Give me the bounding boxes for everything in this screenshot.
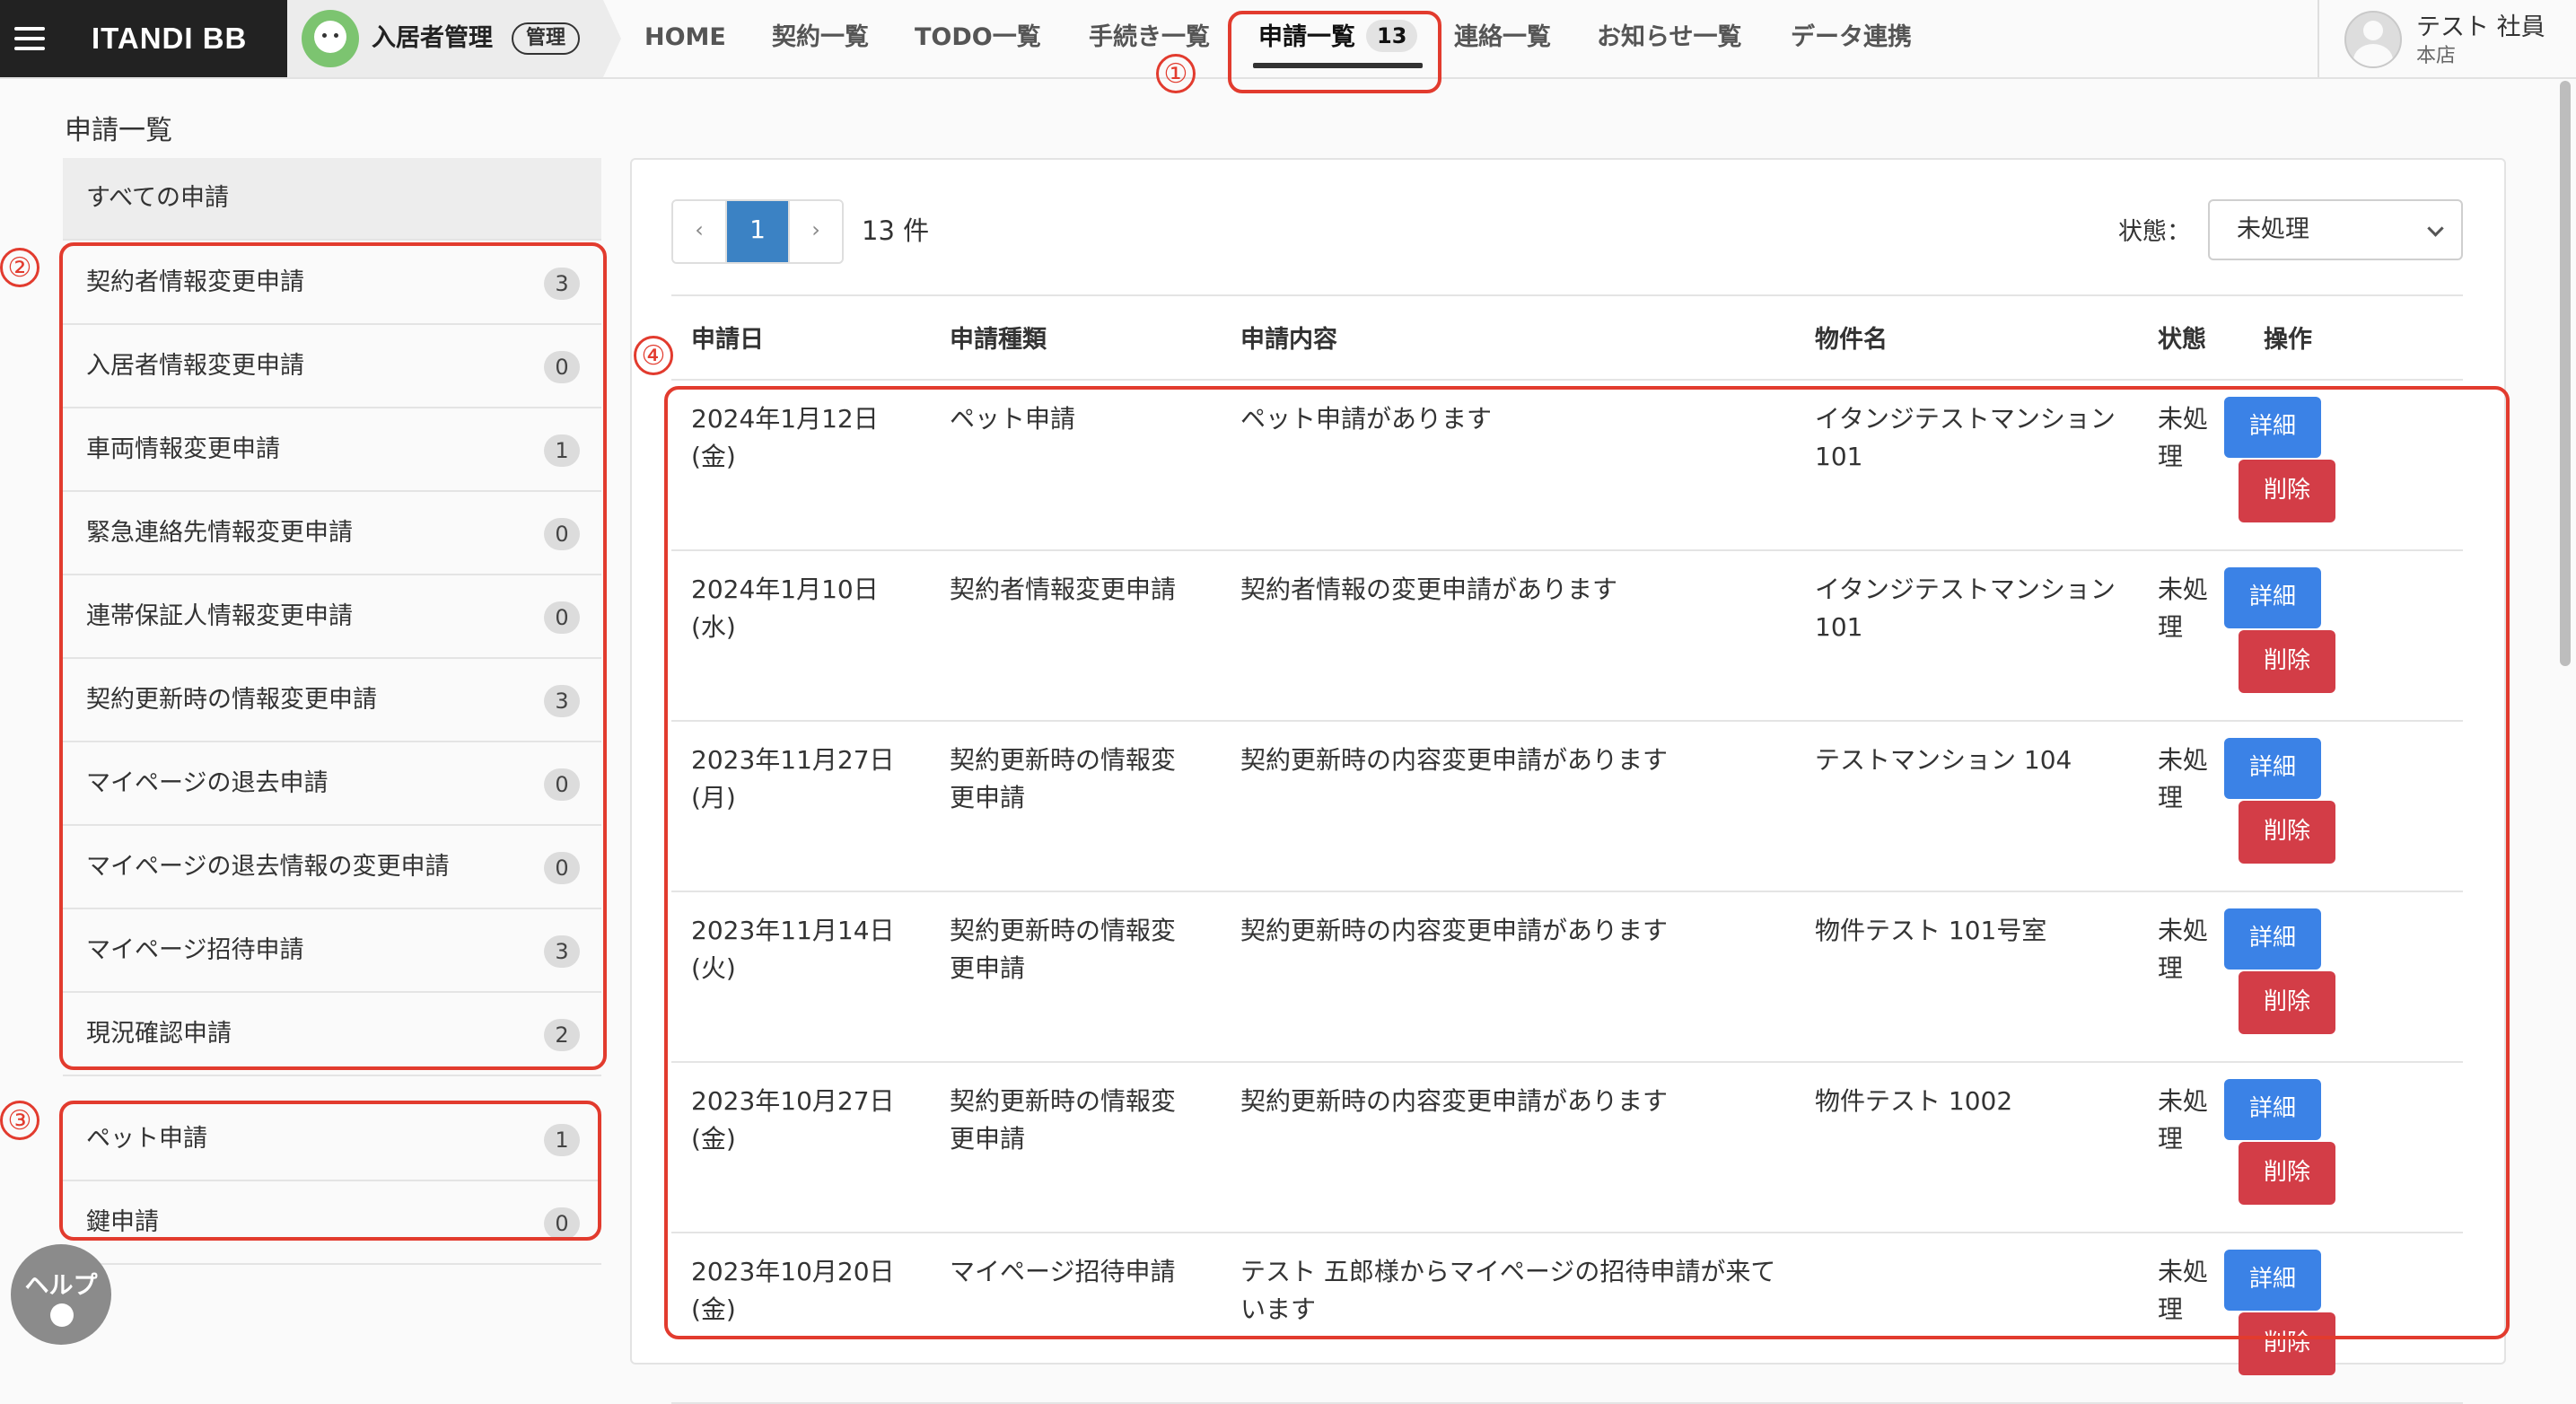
- sidebar-item-label: すべての申請: [86, 184, 230, 212]
- status-filter-label: 状態：: [2118, 218, 2191, 246]
- column-header-type: 申請種類: [950, 326, 1047, 354]
- user-name: テスト 社員: [2416, 13, 2545, 41]
- pagination-page-1[interactable]: 1: [725, 201, 788, 262]
- mascot-icon: [302, 10, 359, 67]
- total-count: 13 件: [862, 215, 930, 246]
- hamburger-menu-icon[interactable]: [0, 0, 56, 77]
- annotation-box-1: [1228, 11, 1441, 93]
- column-header-property: 物件名: [1815, 326, 1888, 354]
- status-filter-select[interactable]: 未処理: [2208, 199, 2463, 260]
- annotation-number-3: ③: [0, 1101, 39, 1140]
- sidebar-item-all[interactable]: すべての申請: [63, 158, 601, 241]
- app-role-badge: 管理: [512, 22, 581, 55]
- annotation-number-4: ④: [634, 336, 673, 375]
- pagination: ‹ 1 ›: [671, 199, 844, 264]
- chevron-down-icon: [2427, 220, 2444, 237]
- column-header-date: 申請日: [691, 326, 764, 354]
- pagination-prev[interactable]: ‹: [673, 201, 725, 262]
- annotation-number-2: ②: [0, 248, 39, 287]
- help-label: ヘルプ: [24, 1272, 98, 1300]
- annotation-box-3: [59, 1101, 601, 1241]
- user-store: 本店: [2416, 45, 2457, 67]
- page-scrollbar[interactable]: [2560, 81, 2571, 666]
- nav-todo[interactable]: TODO一覧: [915, 0, 1041, 77]
- page-title: 申請一覧: [65, 115, 172, 146]
- status-filter-value: 未処理: [2237, 215, 2309, 243]
- annotation-box-4: [664, 386, 2510, 1339]
- mascot-icon: [50, 1303, 74, 1327]
- nav-data-integration[interactable]: データ連携: [1791, 0, 1912, 77]
- nav-messages[interactable]: 連絡一覧: [1454, 0, 1551, 77]
- user-avatar-icon: [2344, 11, 2402, 68]
- app-switcher[interactable]: 入居者管理 管理: [287, 0, 623, 77]
- column-header-content: 申請内容: [1240, 326, 1337, 354]
- column-header-status: 状態: [2158, 326, 2206, 354]
- column-header-actions: 操作: [2264, 326, 2312, 354]
- nav-notices[interactable]: お知らせ一覧: [1597, 0, 1741, 77]
- nav-home[interactable]: HOME: [644, 0, 726, 77]
- pagination-next[interactable]: ›: [788, 201, 842, 262]
- user-menu[interactable]: テスト 社員 本店: [2318, 0, 2576, 77]
- nav-contracts[interactable]: 契約一覧: [772, 0, 869, 77]
- annotation-number-1: ①: [1156, 54, 1196, 93]
- brand-logo[interactable]: ITANDI BB: [56, 0, 287, 77]
- help-button[interactable]: ヘルプ: [11, 1244, 111, 1345]
- annotation-box-2: [59, 242, 607, 1070]
- app-name: 入居者管理: [372, 24, 493, 52]
